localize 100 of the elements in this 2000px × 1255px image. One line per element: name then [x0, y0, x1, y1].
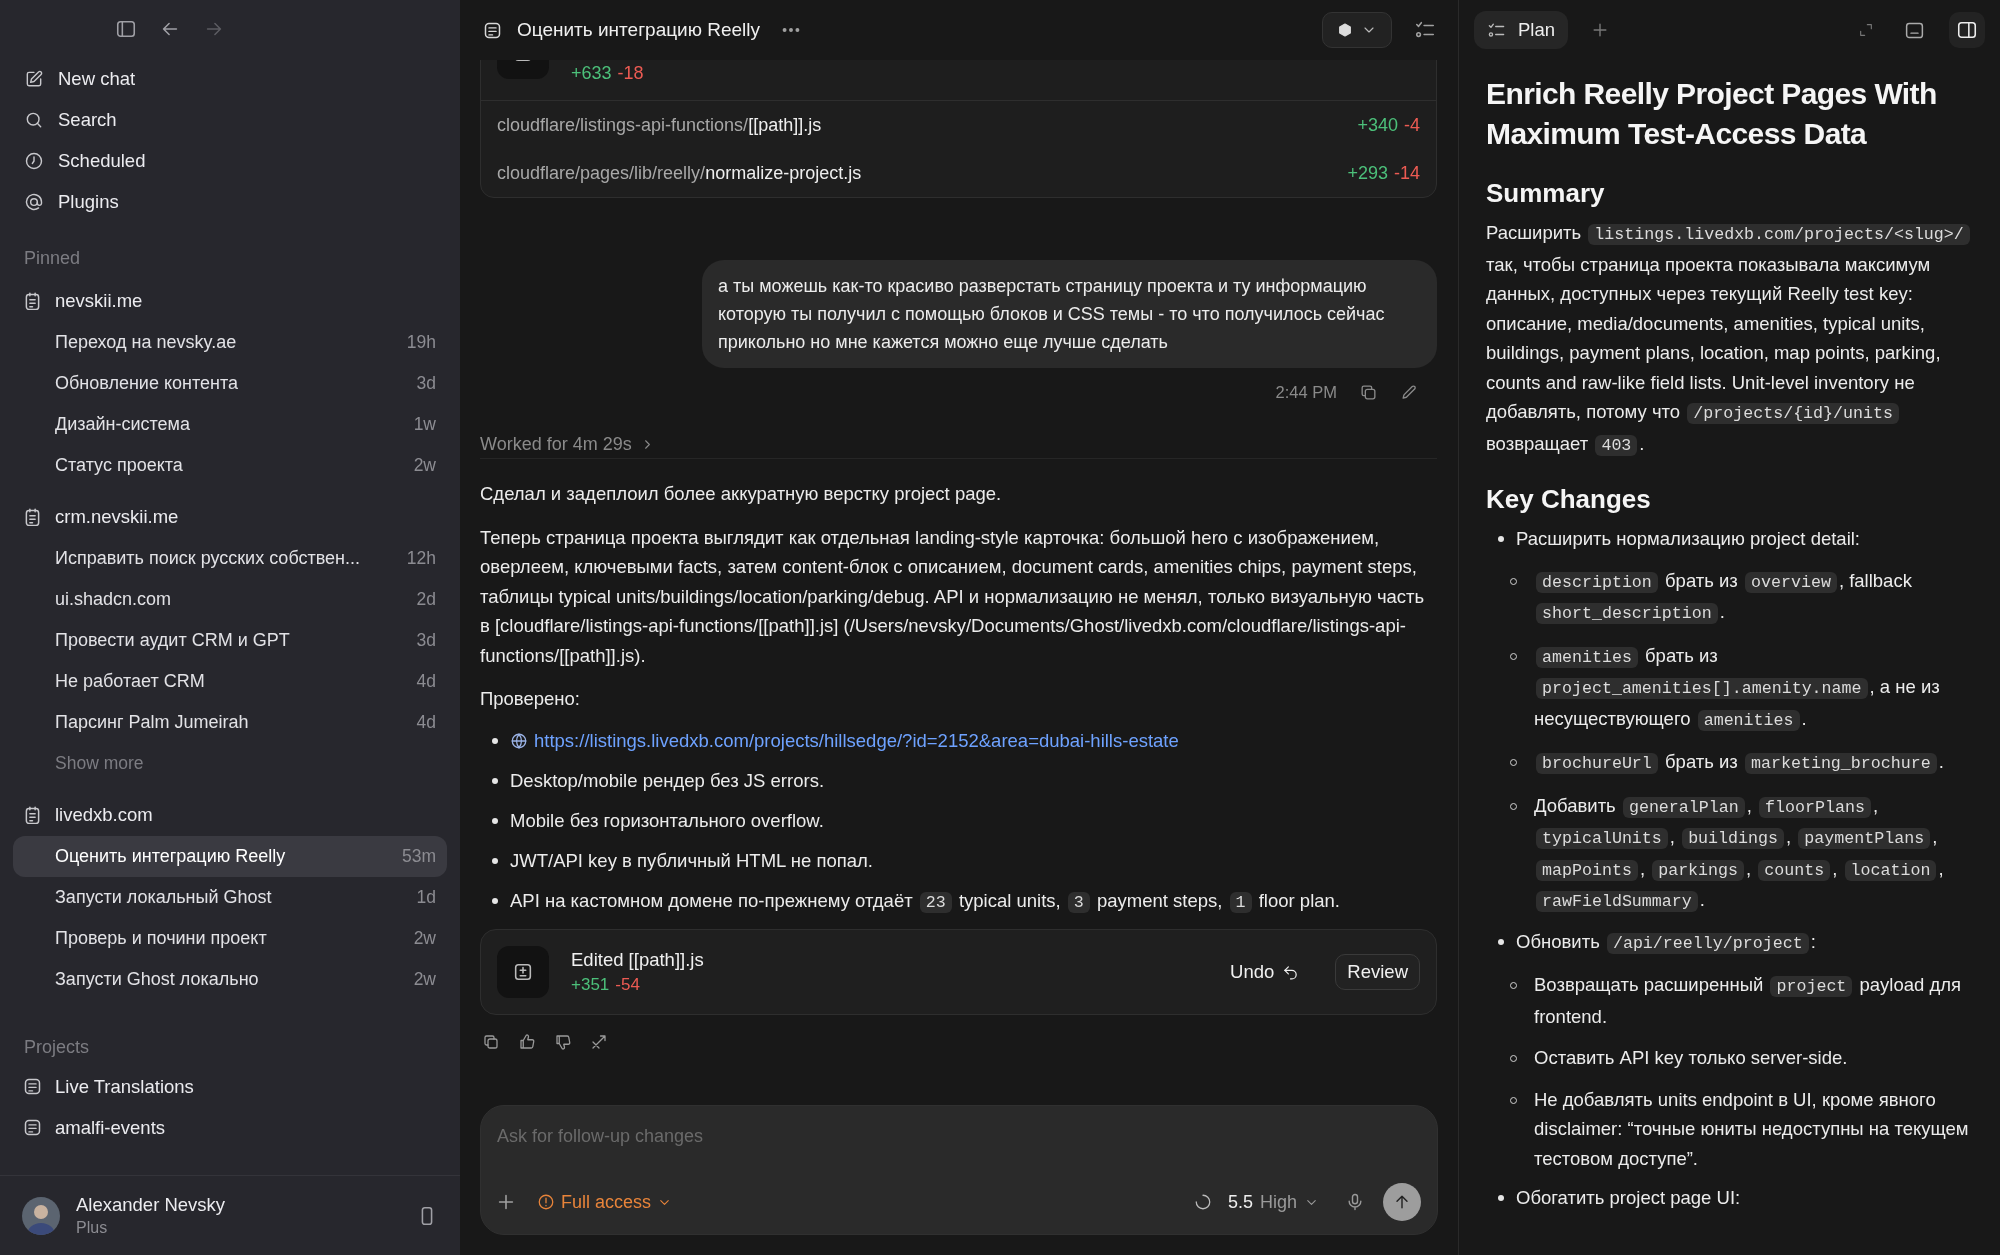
bullet-mark	[492, 857, 498, 864]
message-time: 2:44 PM	[1275, 381, 1337, 403]
lines-removed: -18	[617, 63, 644, 83]
user-plan: Plus	[76, 1217, 109, 1238]
list-item-text: description брать из overview , fallback short_description .	[1534, 565, 1980, 629]
worked-duration[interactable]: Worked for 4m 29s	[480, 430, 632, 458]
file-path[interactable]: cloudflare/listings-api-functions/[[path]].js	[497, 111, 822, 139]
nav-item[interactable]: New chat	[58, 64, 136, 93]
bullet-text: JWT/API key в публичный HTML не попал.	[510, 848, 873, 873]
thread-title: Оценить интеграцию Reelly	[517, 17, 761, 42]
thread-item[interactable]: Не работает CRM 4d	[13, 661, 447, 702]
folder-name[interactable]: nevskii.me	[55, 287, 143, 315]
plan-title: Enrich Reelly Project Pages With Maximum Test-Access Data	[1486, 76, 1938, 152]
model-dropdown[interactable]: 5.5 High	[1227, 1188, 1319, 1216]
lines-added: +340	[1357, 114, 1398, 135]
lines-added: +293	[1347, 162, 1388, 183]
bullet-mark	[1498, 1195, 1504, 1201]
project-item[interactable]: Live Translations	[55, 1072, 194, 1101]
review-button[interactable]: Review	[1335, 954, 1420, 990]
thread-age: 4d	[416, 711, 436, 735]
copy-icon[interactable]	[482, 1033, 500, 1051]
bullet-text: Desktop/mobile рендер без JS errors.	[510, 768, 825, 793]
thread-age: 4d	[416, 670, 436, 694]
thread-item[interactable]: Оценить интеграцию Reelly 53m	[13, 836, 447, 877]
folder-name[interactable]: crm.nevskii.me	[55, 503, 179, 531]
folder-name[interactable]: livedxb.com	[55, 801, 153, 829]
clock-icon	[24, 150, 44, 171]
reply-paragraph: Проверено:	[480, 687, 581, 711]
thread-age: 19h	[406, 331, 436, 355]
thread-age: 12h	[406, 547, 436, 571]
bullet-mark	[492, 737, 498, 744]
nav-item[interactable]: Plugins	[58, 187, 119, 216]
bullet-mark	[1498, 938, 1504, 945]
thread-item[interactable]: Обновление контента 3d	[13, 363, 447, 404]
undo-icon	[1282, 963, 1300, 981]
avatar	[22, 1196, 60, 1235]
thread-item[interactable]: Провести аудит CRM и GPT 3d	[13, 620, 447, 661]
thread-item[interactable]: Дизайн-система 1w	[13, 404, 447, 445]
model-picker[interactable]	[1322, 12, 1392, 48]
thread-item[interactable]: Запусти локальный Ghost 1d	[13, 877, 447, 918]
thread-item[interactable]: Исправить поиск русских собствен... 12h	[13, 538, 447, 579]
spinner-icon	[1193, 1193, 1212, 1211]
undo-button[interactable]: Undo	[1230, 958, 1300, 986]
edit-title: Edited [[path]].js	[571, 948, 705, 972]
thread-age: 2w	[413, 968, 436, 992]
lines-added: +351	[571, 975, 610, 994]
lines-removed: -4	[1404, 114, 1420, 135]
list-item-text: Добавить generalPlan , floorPlans , typicalUnits , buildings , paymentPlans , mapPoints , parkings , counts , location , rawFieldSummary .	[1534, 793, 1945, 914]
thumbs-down-icon[interactable]	[554, 1033, 572, 1051]
copy-icon[interactable]	[1359, 382, 1378, 402]
access-dropdown[interactable]: Full access	[537, 1188, 673, 1216]
url-link[interactable]: https://listings.livedxb.com/projects/hillsedge/?id=2152&area=dubai-hills-estate	[534, 725, 1179, 755]
globe-icon	[510, 731, 528, 750]
list-item-text: Оставить API key только server-side.	[1534, 1046, 1848, 1070]
diff-icon	[512, 961, 534, 983]
section-heading: Projects	[24, 1036, 90, 1059]
nav-item[interactable]: Scheduled	[58, 146, 146, 175]
thread-item[interactable]: ui.shadcn.com 2d	[13, 579, 447, 620]
file-path[interactable]: cloudflare/pages/lib/reelly/normalize-project.js	[497, 159, 862, 187]
thread-item[interactable]: Проверь и почини проект 2w	[13, 918, 447, 959]
bullet-mark	[492, 817, 498, 824]
thread-age: 3d	[416, 629, 436, 653]
nav-item[interactable]: Search	[58, 105, 117, 134]
expand-icon[interactable]	[1858, 22, 1874, 38]
project-icon	[22, 1076, 43, 1097]
show-more-link[interactable]: Show more	[55, 750, 144, 777]
list-item-text: Не добавлять units endpoint в UI, кроме явного disclaimer: “точные юниты недоступны на текущем тестовом доступе”.	[1534, 1087, 1970, 1171]
lines-removed: -54	[615, 975, 640, 994]
bullet-mark	[492, 777, 498, 784]
bullet-mark	[492, 897, 498, 904]
thread-item[interactable]: Парсинг Palm Jumeirah 4d	[13, 702, 447, 743]
plan-tab[interactable]: Plan	[1474, 11, 1569, 49]
section-heading: Summary	[1486, 177, 1606, 210]
thread-age: 2d	[416, 588, 436, 612]
project-item[interactable]: amalfi-events	[55, 1113, 165, 1142]
lines-removed: -14	[1394, 162, 1420, 183]
message-input[interactable]: Ask for follow-up changes	[497, 1120, 1421, 1152]
sidebar-toggle-icon[interactable]	[115, 18, 137, 40]
thread-age: 53m	[401, 845, 436, 869]
thread-item[interactable]: Статус проекта 2w	[13, 445, 447, 486]
list-item-text: amenities брать из project_amenities[].amenity.name , а не из несуществующего amenities .	[1534, 643, 1941, 733]
edit-icon[interactable]	[1400, 382, 1419, 402]
summary-paragraph: Расширить listings.livedxb.com/projects/<slug>/ так, чтобы страница проекта показывала максимум данных, доступных через текущий Reelly test key: описание, media/documents, amenities, typical units, buildings, payment plans, location, map points, parking, counts and raw-like field lists. Unit-level inventory не добавлять, потому что /projects/{id}/units возвращает 403 .	[1486, 218, 1980, 460]
list-item-text: brochureUrl брать из marketing_brochure .	[1534, 747, 1944, 779]
new-chat-icon	[24, 68, 44, 89]
side-panel-button[interactable]	[1949, 12, 1985, 48]
bullet-mark	[1498, 536, 1504, 542]
send-button[interactable]	[1383, 1183, 1421, 1221]
warning-icon	[537, 1193, 555, 1211]
thread-age: 1d	[416, 886, 436, 910]
section-heading: Pinned	[24, 247, 81, 270]
project-icon	[22, 1117, 43, 1138]
at-sign-icon	[24, 191, 44, 212]
reply-paragraph: Сделал и задеплоил более аккуратную верстку project page.	[480, 482, 1003, 506]
thumbs-up-icon[interactable]	[518, 1033, 536, 1051]
section-heading: Key Changes	[1486, 483, 1652, 516]
list-item-text: Возвращать расширенный project payload для frontend.	[1534, 973, 1963, 1029]
thread-item[interactable]: Переход на nevsky.ae 19h	[13, 322, 447, 363]
thread-item[interactable]: Запусти Ghost локально 2w	[13, 959, 447, 1000]
user-name: Alexander Nevsky	[76, 1192, 227, 1217]
